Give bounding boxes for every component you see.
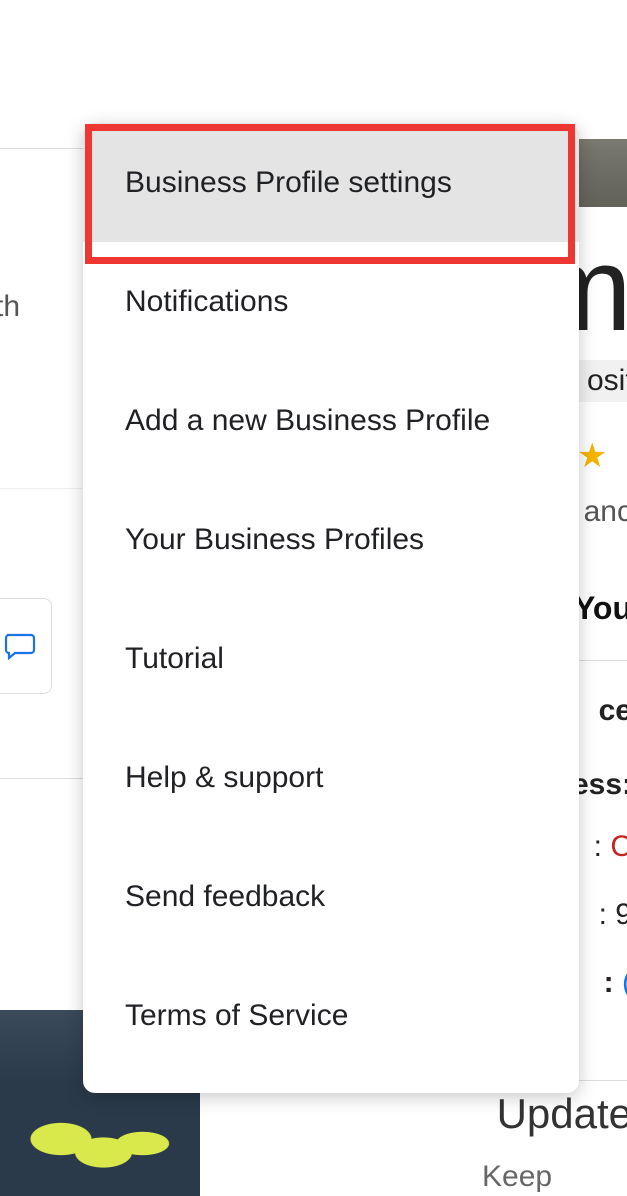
- text-fragment: : 9: [599, 898, 627, 932]
- text-fragment: ess:: [572, 768, 627, 802]
- menu-item-add-new-business-profile[interactable]: Add a new Business Profile: [83, 361, 579, 480]
- menu-item-notifications[interactable]: Notifications: [83, 242, 579, 361]
- text-fragment: : (: [604, 966, 627, 1000]
- menu-item-send-feedback[interactable]: Send feedback: [83, 837, 579, 956]
- chat-icon: [3, 631, 37, 661]
- text-fragment: anc: [584, 495, 627, 529]
- menu-item-help-support[interactable]: Help & support: [83, 718, 579, 837]
- text-fragment: ce: [599, 694, 627, 728]
- menu-item-your-business-profiles[interactable]: Your Business Profiles: [83, 480, 579, 599]
- website-fragment: osite: [577, 360, 627, 402]
- chat-card-fragment[interactable]: [0, 598, 52, 694]
- text-fragment: Keep: [482, 1160, 627, 1194]
- text-fragment: : C: [594, 830, 627, 864]
- update-heading-fragment: Update: [497, 1090, 627, 1138]
- menu-item-terms-of-service[interactable]: Terms of Service: [83, 956, 579, 1075]
- text-fragment: You: [574, 590, 627, 627]
- more-options-dropdown: Business Profile settings Notifications …: [83, 123, 579, 1093]
- menu-item-business-profile-settings[interactable]: Business Profile settings: [83, 123, 579, 242]
- rating-star: ★: [577, 436, 627, 476]
- menu-item-tutorial[interactable]: Tutorial: [83, 599, 579, 718]
- text-fragment: th: [0, 290, 20, 324]
